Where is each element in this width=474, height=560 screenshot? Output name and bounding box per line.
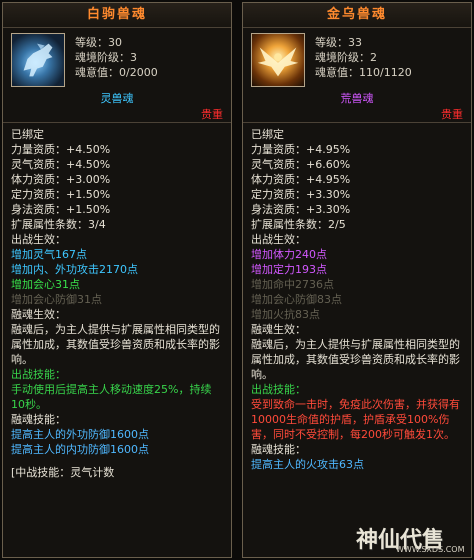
fusion-skill-title: 融魂技能： bbox=[11, 413, 66, 426]
battle-effect-inactive: 增加火抗83点 bbox=[251, 308, 320, 321]
card-body: 已绑定 力量资质：+4.50% 灵气资质：+4.50% 体力资质：+3.00% … bbox=[3, 123, 231, 480]
aptitude-row: 灵气资质：+4.50% bbox=[11, 158, 111, 171]
soul-value-text: 魂意值：110/1120 bbox=[315, 66, 412, 79]
rarity-label: 贵重 bbox=[441, 108, 463, 121]
aptitude-row: 身法资质：+3.30% bbox=[251, 203, 351, 216]
battle-skill-title: 出战技能： bbox=[251, 383, 306, 396]
aptitude-row: 体力资质：+4.95% bbox=[251, 173, 351, 186]
fusion-effect-title: 融魂生效： bbox=[11, 308, 66, 321]
fusion-skill-item: 提高主人的内功防御1600点 bbox=[11, 443, 149, 456]
soul-type-label: 灵兽魂 bbox=[100, 92, 134, 105]
ext-count: 扩展属性条数：3/4 bbox=[11, 218, 106, 231]
card-title: 白驹兽魂 bbox=[3, 3, 231, 28]
horse-portrait-icon bbox=[11, 33, 65, 87]
battle-effect-active: 增加灵气167点 bbox=[11, 248, 87, 261]
stats-block: 等级：33 魂境阶级：2 魂意值：110/1120 bbox=[315, 35, 412, 80]
bound-status: 已绑定 bbox=[251, 128, 284, 141]
battle-effect-active: 增加体力240点 bbox=[251, 248, 327, 261]
fusion-effect-title: 融魂生效： bbox=[251, 323, 306, 336]
level-text: 等级：33 bbox=[315, 36, 362, 49]
rarity-label: 贵重 bbox=[201, 108, 223, 121]
battle-skill-desc: 手动使用后提高主人移动速度25%，持续10秒。 bbox=[11, 383, 212, 411]
footer-partial-text: [中战技能：灵气计数 bbox=[11, 466, 115, 479]
battle-effect-title: 出战生效： bbox=[251, 233, 306, 246]
type-row: 荒兽魂 贵重 bbox=[243, 88, 471, 122]
realm-text: 魂境阶级：2 bbox=[315, 51, 377, 64]
soul-type-label: 荒兽魂 bbox=[340, 92, 374, 105]
fusion-effect-desc: 融魂后，为主人提供与扩展属性相同类型的属性加成，其数值受珍兽资质和成长率的影响。 bbox=[11, 323, 220, 366]
bound-status: 已绑定 bbox=[11, 128, 44, 141]
battle-skill-title: 出战技能： bbox=[11, 368, 66, 381]
soul-value-text: 魂意值：0/2000 bbox=[75, 66, 158, 79]
card-header: 等级：33 魂境阶级：2 魂意值：110/1120 bbox=[243, 28, 471, 88]
card-body: 已绑定 力量资质：+4.95% 灵气资质：+6.60% 体力资质：+4.95% … bbox=[243, 123, 471, 472]
type-row: 灵兽魂 贵重 bbox=[3, 88, 231, 122]
aptitude-row: 定力资质：+3.30% bbox=[251, 188, 351, 201]
battle-effect-title: 出战生效： bbox=[11, 233, 66, 246]
battle-effect-active: 增加内、外功攻击2170点 bbox=[11, 263, 138, 276]
battle-effect-active: 增加会心31点 bbox=[11, 278, 80, 291]
battle-effect-inactive: 增加会心防御31点 bbox=[11, 293, 102, 306]
aptitude-row: 力量资质：+4.50% bbox=[11, 143, 111, 156]
aptitude-row: 定力资质：+1.50% bbox=[11, 188, 111, 201]
ext-count: 扩展属性条数：2/5 bbox=[251, 218, 346, 231]
watermark-logo: 神仙代售 WWW.SXDS.COM bbox=[356, 520, 468, 556]
aptitude-row: 力量资质：+4.95% bbox=[251, 143, 351, 156]
battle-effect-active: 增加定力193点 bbox=[251, 263, 327, 276]
card-header: 等级：30 魂境阶级：3 魂意值：0/2000 bbox=[3, 28, 231, 88]
stats-block: 等级：30 魂境阶级：3 魂意值：0/2000 bbox=[75, 35, 158, 80]
watermark-url: WWW.SXDS.COM bbox=[396, 545, 465, 554]
level-text: 等级：30 bbox=[75, 36, 122, 49]
fusion-skill-item: 提高主人的火攻击63点 bbox=[251, 458, 364, 471]
soul-card-jinwu: 金乌兽魂 等级：33 魂境阶级：2 魂意值：110/1120 荒兽魂 贵重 已绑… bbox=[242, 2, 472, 558]
battle-skill-desc: 受到致命一击时，免疫此次伤害，并获得有10000生命值的护盾，护盾承受100%伤… bbox=[251, 398, 460, 441]
aptitude-row: 体力资质：+3.00% bbox=[11, 173, 111, 186]
aptitude-row: 灵气资质：+6.60% bbox=[251, 158, 351, 171]
card-title: 金乌兽魂 bbox=[243, 3, 471, 28]
fusion-skill-item: 提高主人的外功防御1600点 bbox=[11, 428, 149, 441]
fusion-effect-desc: 融魂后，为主人提供与扩展属性相同类型的属性加成，其数值受珍兽资质和成长率的影响。 bbox=[251, 338, 460, 381]
realm-text: 魂境阶级：3 bbox=[75, 51, 137, 64]
battle-effect-inactive: 增加会心防御83点 bbox=[251, 293, 342, 306]
fusion-skill-title: 融魂技能： bbox=[251, 443, 306, 456]
soul-card-baiju: 白驹兽魂 等级：30 魂境阶级：3 魂意值：0/2000 灵兽魂 贵重 已绑定 … bbox=[2, 2, 232, 558]
phoenix-portrait-icon bbox=[251, 33, 305, 87]
aptitude-row: 身法资质：+1.50% bbox=[11, 203, 111, 216]
battle-effect-inactive: 增加命中2736点 bbox=[251, 278, 334, 291]
